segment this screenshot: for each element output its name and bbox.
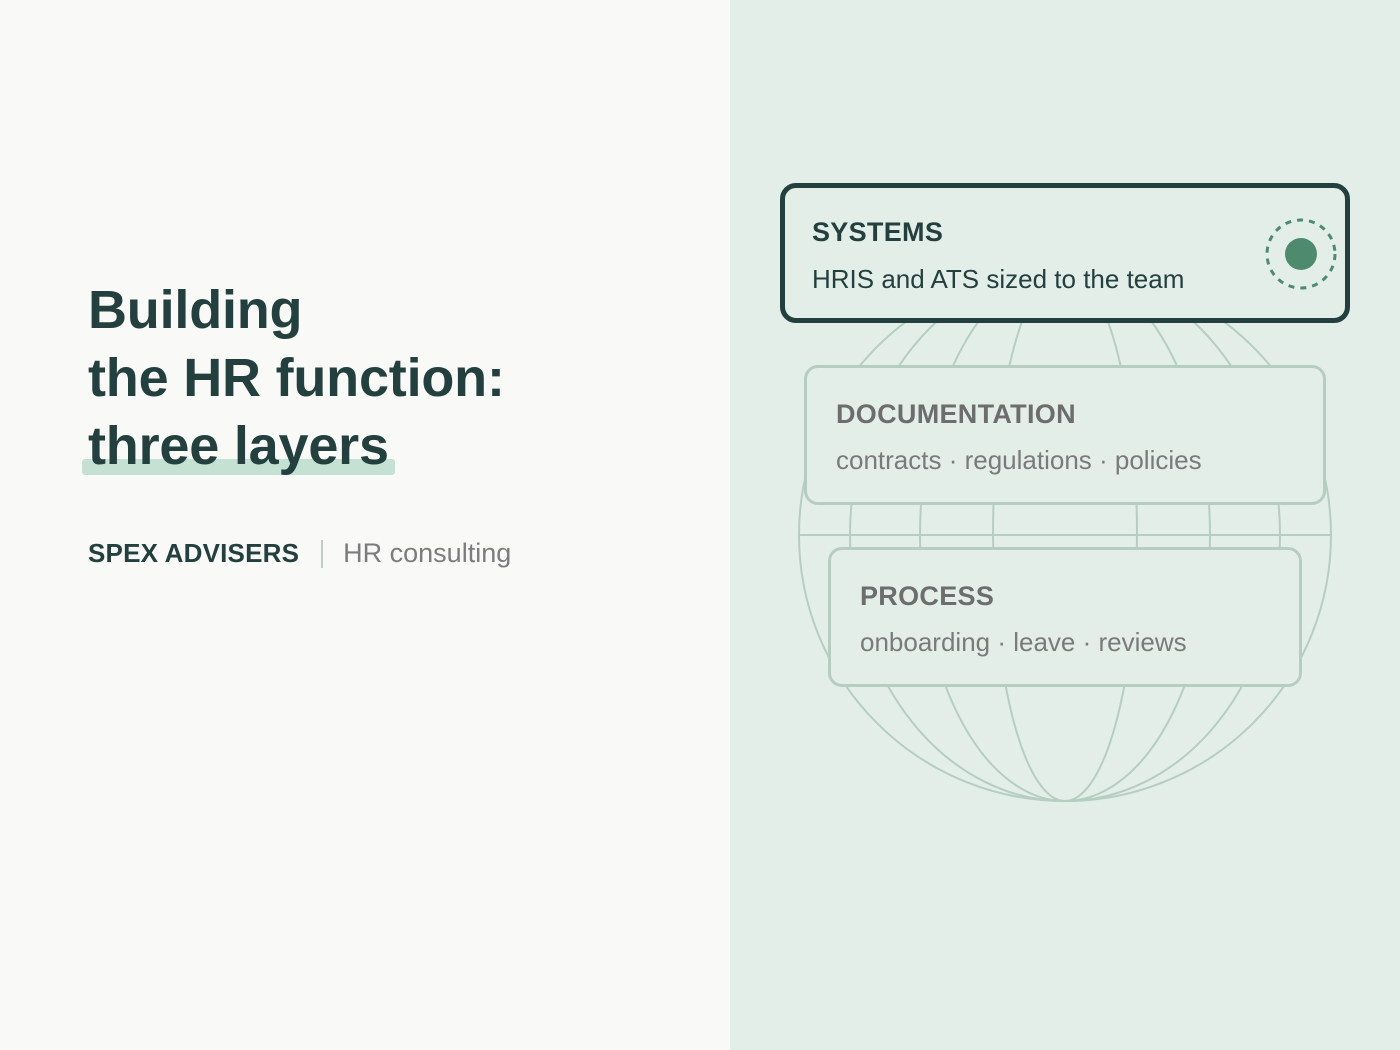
title-line-1: Building <box>88 280 303 340</box>
brand-row: SPEX ADVISERS HR consulting <box>88 538 511 569</box>
layer-card-documentation[interactable]: DOCUMENTATION contracts · regulations · … <box>804 365 1326 505</box>
page-title: Building the HR function: three layers <box>82 276 505 480</box>
brand-name: SPEX ADVISERS <box>88 538 300 568</box>
left-panel: Building the HR function: three layers S… <box>0 0 730 1050</box>
layer-title: PROCESS <box>860 581 995 611</box>
layer-subtitle: contracts · regulations · policies <box>836 445 1202 475</box>
title-line-2: the HR function: <box>88 348 505 408</box>
target-dot-icon <box>1265 218 1337 290</box>
globe-outline <box>798 268 1332 802</box>
layer-title: SYSTEMS <box>812 217 944 247</box>
right-panel: PROCESS onboarding · leave · reviews DOC… <box>730 0 1400 1050</box>
title-line-3-highlighted: three layers <box>82 412 395 480</box>
brand-divider <box>321 539 324 568</box>
brand-tagline: HR consulting <box>343 538 512 568</box>
layer-subtitle: HRIS and ATS sized to the team <box>812 264 1185 294</box>
layer-card-systems[interactable]: SYSTEMS HRIS and ATS sized to the team <box>780 183 1350 323</box>
layer-title: DOCUMENTATION <box>836 399 1076 429</box>
layer-subtitle: onboarding · leave · reviews <box>860 627 1187 657</box>
layer-card-process[interactable]: PROCESS onboarding · leave · reviews <box>828 547 1302 687</box>
